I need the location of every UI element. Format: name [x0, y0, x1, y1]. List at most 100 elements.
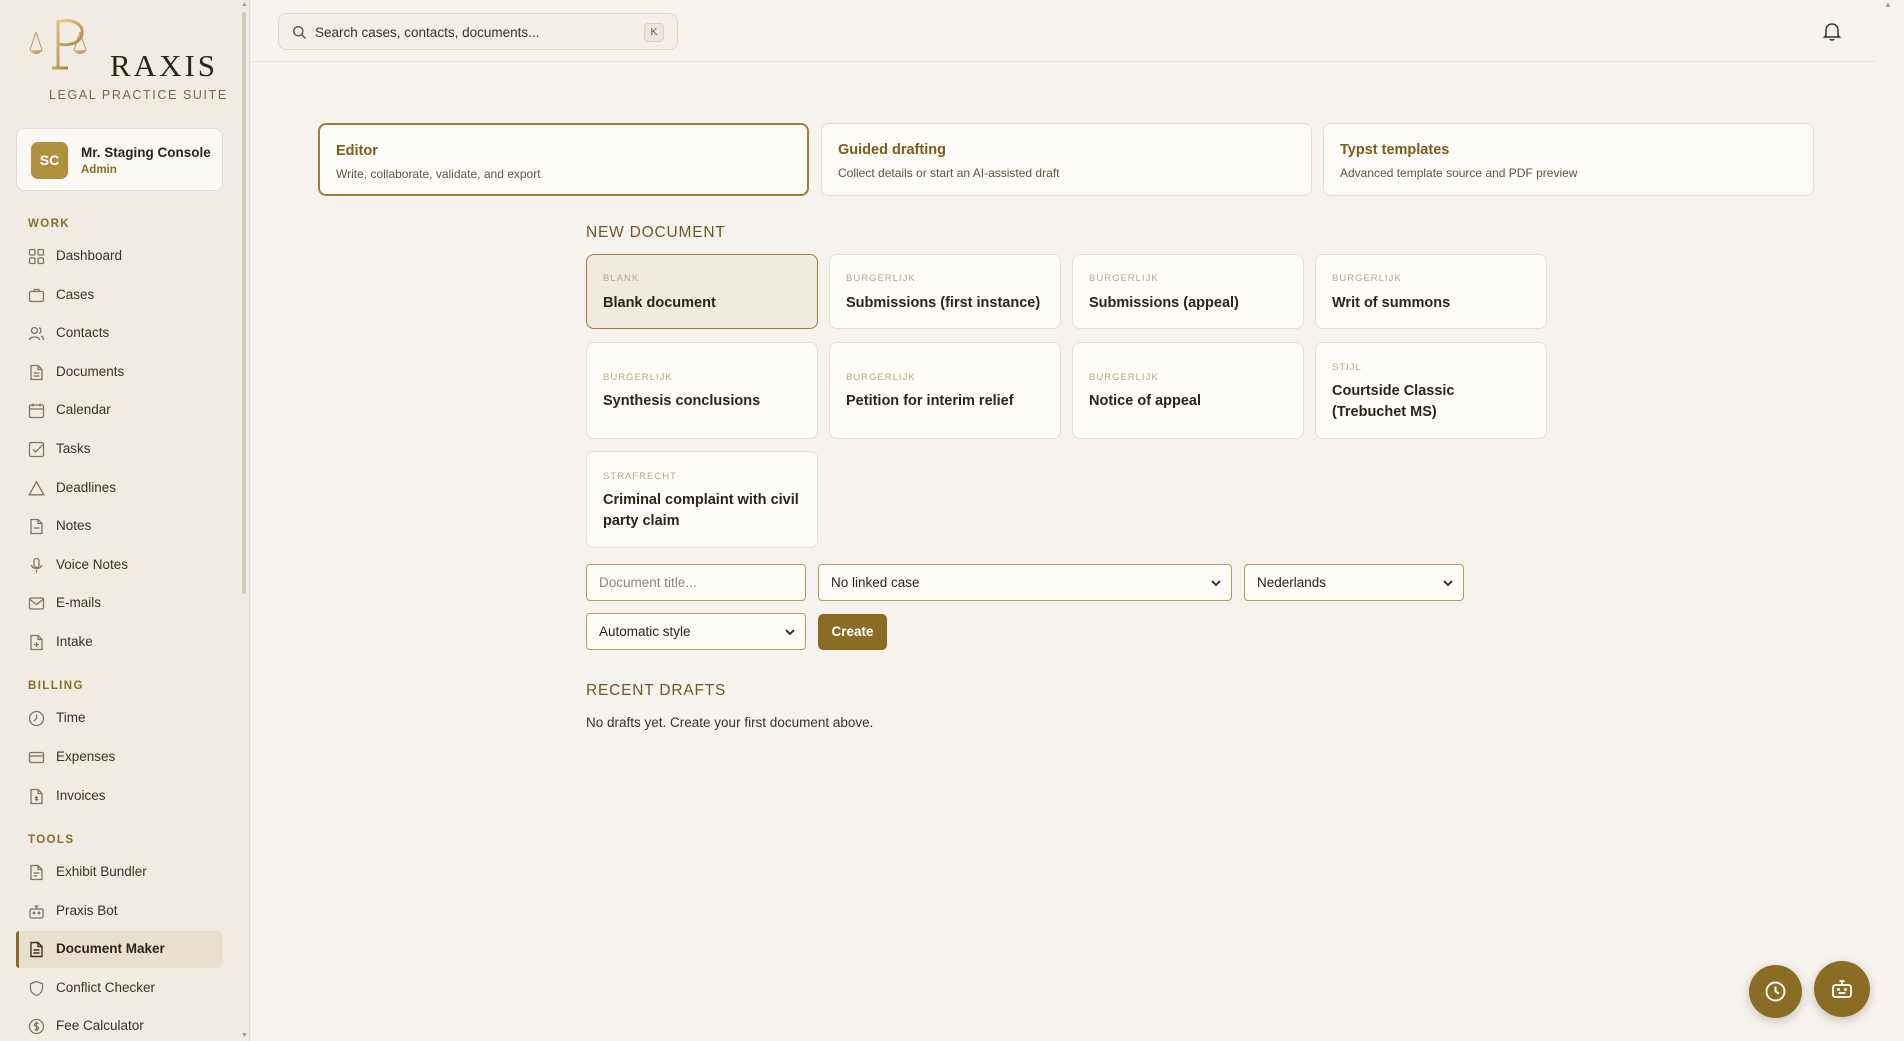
recent-drafts-heading: RECENT DRAFTS	[586, 682, 727, 699]
note-icon	[28, 518, 45, 535]
notification-bell-icon[interactable]	[1821, 20, 1843, 42]
template-card-criminal-complaint[interactable]: STRAFRECHT Criminal complaint with civil…	[586, 451, 818, 548]
sidebar-item-deadlines[interactable]: Deadlines	[16, 470, 223, 507]
brand-logo[interactable]: RAXIS LEGAL PRACTICE SUITE	[28, 16, 226, 106]
sidebar-item-calendar[interactable]: Calendar	[16, 392, 223, 429]
template-name: Writ of summons	[1332, 295, 1451, 311]
sidebar-item-exhibit-bundler[interactable]: Exhibit Bundler	[16, 854, 223, 891]
section-label-work: WORK	[28, 218, 71, 230]
sidebar-item-cases[interactable]: Cases	[16, 277, 223, 314]
search-input[interactable]: Search cases, contacts, documents...	[315, 25, 539, 40]
sidebar-item-documents[interactable]: Documents	[16, 354, 223, 391]
user-role: Admin	[81, 164, 117, 176]
section-label-tools: TOOLS	[28, 834, 75, 846]
template-category: BURGERLIJK	[1089, 372, 1159, 383]
language-select[interactable]: Nederlands	[1244, 564, 1464, 601]
template-name: Synthesis conclusions	[603, 393, 761, 409]
history-button[interactable]	[1749, 965, 1802, 1018]
mode-card-title: Typst templates	[1340, 142, 1450, 158]
top-bar: Search cases, contacts, documents... K	[251, 0, 1875, 62]
create-button[interactable]: Create	[818, 614, 887, 650]
sidebar-item-label: Conflict Checker	[56, 980, 156, 995]
sidebar-item-invoices[interactable]: Invoices	[16, 778, 223, 815]
sidebar-item-label: Cases	[56, 287, 95, 302]
clock-icon	[28, 710, 45, 727]
mode-card-typst-templates[interactable]: Typst templates Advanced template source…	[1323, 123, 1814, 196]
avatar: SC	[31, 142, 68, 179]
scroll-down-arrow-icon[interactable]: ▼	[241, 1032, 248, 1039]
sidebar-item-label: E-mails	[56, 595, 102, 610]
sidebar-item-label: Time	[56, 710, 86, 725]
template-category: BLANK	[603, 273, 640, 284]
sidebar-item-emails[interactable]: E-mails	[16, 585, 223, 622]
template-name: Submissions (appeal)	[1089, 295, 1239, 311]
linked-case-value: No linked case	[831, 575, 920, 590]
template-name: Blank document	[603, 295, 716, 311]
template-card-writ-of-summons[interactable]: BURGERLIJK Writ of summons	[1315, 254, 1547, 329]
warning-triangle-icon	[28, 480, 45, 497]
template-category: BURGERLIJK	[846, 372, 916, 383]
template-category: BURGERLIJK	[1332, 273, 1402, 284]
template-card-submissions-first-instance[interactable]: BURGERLIJK Submissions (first instance)	[829, 254, 1061, 329]
sidebar-item-label: Expenses	[56, 749, 116, 764]
page-scroll-up-arrow-icon[interactable]: ▲	[1884, 0, 1892, 9]
sidebar-item-tasks[interactable]: Tasks	[16, 431, 223, 468]
template-card-blank[interactable]: BLANK Blank document	[586, 254, 818, 329]
section-label-billing: BILLING	[28, 680, 84, 692]
sidebar-item-contacts[interactable]: Contacts	[16, 315, 223, 352]
template-card-synthesis-conclusions[interactable]: BURGERLIJK Synthesis conclusions	[586, 342, 818, 439]
global-search[interactable]: Search cases, contacts, documents... K	[278, 13, 678, 50]
mail-icon	[28, 595, 45, 612]
template-card-notice-of-appeal[interactable]: BURGERLIJK Notice of appeal	[1072, 342, 1304, 439]
chevron-down-icon	[1443, 580, 1453, 587]
no-drafts-message: No drafts yet. Create your first documen…	[586, 715, 874, 730]
scroll-up-arrow-icon[interactable]: ▲	[241, 1, 248, 8]
mode-card-subtitle: Advanced template source and PDF preview	[1340, 166, 1578, 180]
document-title-field[interactable]: Document title...	[586, 564, 806, 601]
template-name: Petition for interim relief	[846, 393, 1014, 409]
calculator-icon	[28, 1018, 45, 1035]
mode-card-editor[interactable]: Editor Write, collaborate, validate, and…	[318, 123, 809, 196]
sidebar: RAXIS LEGAL PRACTICE SUITE SC Mr. Stagin…	[0, 0, 250, 1041]
style-value: Automatic style	[599, 624, 691, 639]
style-select[interactable]: Automatic style	[586, 613, 806, 650]
template-name: Submissions (first instance)	[846, 295, 1041, 311]
contacts-icon	[28, 325, 45, 342]
assistant-bot-button[interactable]	[1814, 961, 1870, 1017]
template-card-petition-interim-relief[interactable]: BURGERLIJK Petition for interim relief	[829, 342, 1061, 439]
sidebar-item-voice-notes[interactable]: Voice Notes	[16, 547, 223, 584]
bot-icon	[28, 903, 45, 920]
user-name: Mr. Staging Console	[81, 145, 211, 160]
template-card-courtside-classic[interactable]: STIJL Courtside Classic (Trebuchet MS)	[1315, 342, 1547, 439]
sidebar-item-label: Calendar	[56, 402, 111, 417]
bundle-icon	[28, 864, 45, 881]
mode-card-guided-drafting[interactable]: Guided drafting Collect details or start…	[821, 123, 1312, 196]
sidebar-item-label: Deadlines	[56, 480, 117, 495]
sidebar-item-intake[interactable]: Intake	[16, 624, 223, 661]
sidebar-item-dashboard[interactable]: Dashboard	[16, 238, 223, 275]
sidebar-item-praxis-bot[interactable]: Praxis Bot	[16, 893, 223, 930]
sidebar-item-fee-calculator[interactable]: Fee Calculator	[16, 1008, 223, 1041]
mode-card-subtitle: Write, collaborate, validate, and export	[336, 167, 541, 181]
linked-case-select[interactable]: No linked case	[818, 564, 1232, 601]
template-category: BURGERLIJK	[1089, 273, 1159, 284]
mode-card-title: Guided drafting	[838, 142, 946, 158]
brand-name: RAXIS	[110, 48, 219, 83]
sidebar-item-time[interactable]: Time	[16, 700, 223, 737]
sidebar-item-label: Dashboard	[56, 248, 123, 263]
sidebar-item-conflict-checker[interactable]: Conflict Checker	[16, 970, 223, 1007]
sidebar-item-notes[interactable]: Notes	[16, 508, 223, 545]
sidebar-item-label: Document Maker	[56, 941, 165, 956]
sidebar-scrollbar-thumb[interactable]	[242, 12, 246, 594]
sidebar-item-label: Invoices	[56, 788, 106, 803]
template-category: STIJL	[1332, 362, 1362, 373]
sidebar-scrollbar[interactable]: ▲ ▼	[241, 1, 248, 1039]
template-category: STRAFRECHT	[603, 471, 677, 482]
task-check-icon	[28, 441, 45, 458]
sidebar-item-label: Praxis Bot	[56, 903, 118, 918]
sidebar-item-expenses[interactable]: Expenses	[16, 739, 223, 776]
template-name: Courtside Classic (Trebuchet MS)	[1332, 383, 1455, 420]
template-card-submissions-appeal[interactable]: BURGERLIJK Submissions (appeal)	[1072, 254, 1304, 329]
sidebar-item-document-maker[interactable]: Document Maker	[16, 931, 223, 968]
user-card[interactable]: SC Mr. Staging Console Admin	[16, 128, 223, 191]
